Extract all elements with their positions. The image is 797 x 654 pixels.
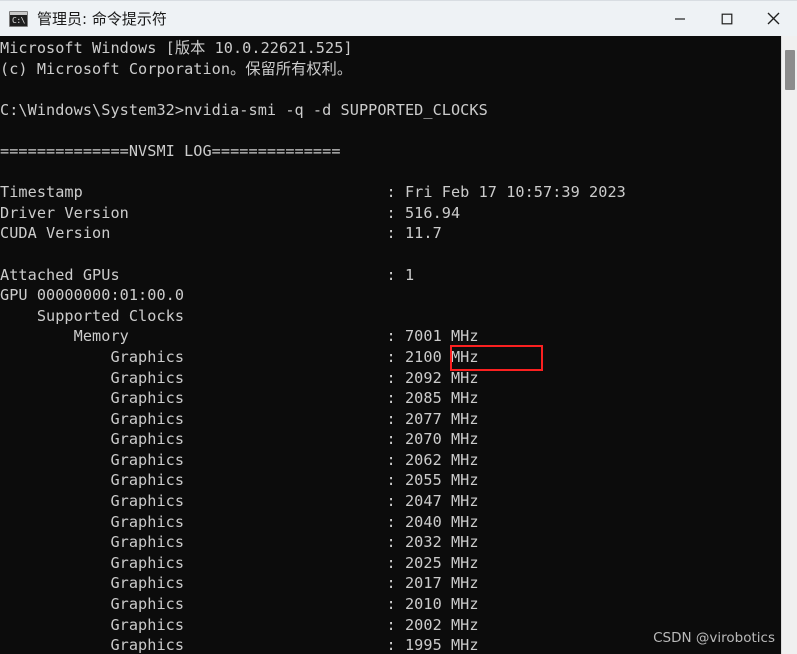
minimize-icon <box>674 17 685 20</box>
console-text: Microsoft Windows [版本 10.0.22621.525] (c… <box>0 39 626 654</box>
close-button[interactable] <box>750 1 797 37</box>
titlebar-left-group: C:\ 管理员: 命令提示符 <box>0 8 656 29</box>
maximize-icon <box>721 13 732 24</box>
command-prompt-window: C:\ 管理员: 命令提示符 Microsoft Windows [版本 10.… <box>0 0 797 654</box>
vertical-scrollbar[interactable] <box>781 36 797 654</box>
command-prompt-icon: C:\ <box>9 10 28 27</box>
window-titlebar[interactable]: C:\ 管理员: 命令提示符 <box>0 0 797 36</box>
minimize-button[interactable] <box>656 1 703 37</box>
window-caption-buttons <box>656 1 797 37</box>
console-output-area[interactable]: Microsoft Windows [版本 10.0.22621.525] (c… <box>0 36 781 654</box>
cmd-icon-glyph: C:\ <box>12 15 25 25</box>
maximize-button[interactable] <box>703 1 750 37</box>
scrollbar-thumb[interactable] <box>785 50 795 90</box>
close-icon <box>767 12 780 25</box>
window-title: 管理员: 命令提示符 <box>37 10 167 28</box>
watermark-label: CSDN @virobotics <box>653 630 775 646</box>
